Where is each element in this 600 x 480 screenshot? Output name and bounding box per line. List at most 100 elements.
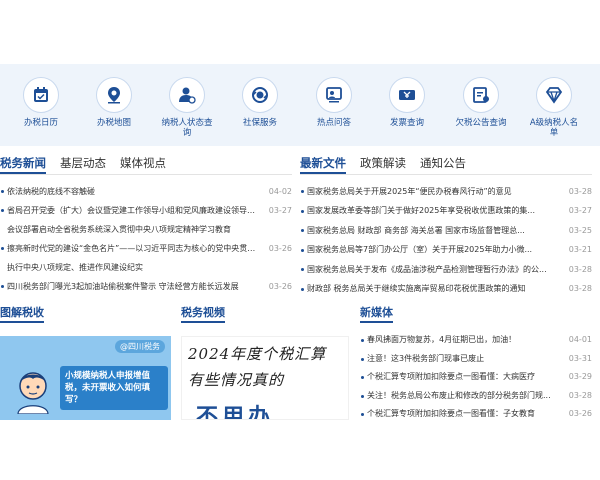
bullet	[361, 339, 364, 342]
media-date: 03-26	[568, 409, 592, 419]
doc-date: 03-27	[568, 206, 592, 216]
news-tabs: 税务新闻 基层动态 媒体视点	[0, 154, 166, 174]
media-date: 04-01	[568, 335, 592, 345]
bullet	[301, 229, 304, 232]
media-date: 03-31	[568, 353, 592, 363]
list-item[interactable]: 个税汇算专项附加扣除要点一图看懂：大病医疗 03-29	[360, 368, 592, 387]
latest-docs-list: 国家税务总局关于开展2025年“便民办税春风行动”的意见 03-28 国家发展改…	[300, 182, 592, 299]
bullet	[361, 376, 364, 379]
social-security-icon	[242, 77, 278, 113]
service-qa[interactable]: 热点问答	[304, 77, 364, 128]
media-title[interactable]: 春风拂面万物复苏，4月征期已出，加油！	[367, 335, 566, 345]
service-tax-notice[interactable]: 欠税公告查询	[451, 77, 511, 128]
diamond-icon	[536, 77, 572, 113]
section-title-videos[interactable]: 税务视频	[181, 305, 225, 323]
tab-tax-news[interactable]: 税务新闻	[0, 154, 46, 174]
video-caption-line: 不用办	[196, 404, 275, 420]
doc-title[interactable]: 国家税务总局等7部门办公厅（室）关于开展2025年助力小微...	[307, 245, 566, 255]
list-item-continuation[interactable]: 会议部署启动全省税务系统深入贯彻中央八项规定精神学习教育	[0, 220, 292, 239]
bullet	[1, 190, 4, 193]
bullet	[1, 247, 4, 251]
list-item[interactable]: 依法纳税的底线不容触碰 04-02	[0, 182, 292, 201]
infographic-headline: 小规模纳税人申报增值税，未开票收入如何填写？	[60, 366, 168, 410]
service-a-level-taxpayers[interactable]: A级纳税人名单	[524, 77, 584, 138]
service-invoice[interactable]: 发票查询	[377, 77, 437, 128]
news-date: 03-27	[268, 205, 292, 215]
doc-title[interactable]: 国家税务总局 财政部 商务部 海关总署 国家市场监督管理总...	[307, 226, 566, 236]
list-item-continuation[interactable]: 执行中央八项规定、推进作风建设纪实	[0, 258, 292, 277]
doc-title[interactable]: 国家税务总局关于发布《成品油涉税产品检测管理暂行办法》的公...	[307, 265, 566, 275]
divider	[300, 174, 592, 175]
tab-local-news[interactable]: 基层动态	[60, 154, 106, 174]
list-item[interactable]: 擦亮新时代党的建设“金色名片”——以习近平同志为核心的党中央贯彻执行中央八项规定…	[0, 239, 292, 258]
service-label: 纳税人状态查询	[161, 118, 213, 138]
divider	[0, 174, 292, 175]
bullet	[301, 190, 304, 193]
service-taxpayer-status[interactable]: 纳税人状态查询	[157, 77, 217, 138]
video-caption-line: 2024年度个税汇算	[188, 345, 327, 363]
docs-tabs: 最新文件 政策解读 通知公告	[300, 154, 466, 174]
list-item[interactable]: 国家发展改革委等部门关于做好2025年享受税收优惠政策的集... 03-27	[300, 202, 592, 222]
list-item[interactable]: 注意！这3件税务部门现事已废止 03-31	[360, 350, 592, 369]
media-date: 03-29	[568, 372, 592, 382]
doc-date: 03-21	[568, 245, 592, 255]
service-label: 热点问答	[316, 118, 351, 128]
section-title-media[interactable]: 新媒体	[360, 305, 393, 323]
section-title-pics[interactable]: 图解税收	[0, 305, 44, 323]
tab-media-views[interactable]: 媒体视点	[120, 154, 166, 174]
bullet	[1, 209, 4, 213]
tax-news-list: 依法纳税的底线不容触碰 04-02 省局召开党委（扩大）会议暨党建工作领导小组和…	[0, 182, 292, 296]
news-title-continuation[interactable]: 会议部署启动全省税务系统深入贯彻中央八项规定精神学习教育	[7, 225, 292, 235]
tab-latest-docs[interactable]: 最新文件	[300, 154, 346, 174]
bullet	[301, 287, 304, 291]
media-title[interactable]: 个税汇算专项附加扣除要点一图看懂：大病医疗	[367, 372, 566, 382]
list-item[interactable]: 国家税务总局等7部门办公厅（室）关于开展2025年助力小微... 03-21	[300, 241, 592, 261]
doc-title[interactable]: 国家税务总局关于开展2025年“便民办税春风行动”的意见	[307, 187, 566, 197]
doc-date: 03-28	[568, 284, 592, 294]
service-social-security[interactable]: 社保服务	[230, 77, 290, 128]
bullet	[301, 268, 304, 271]
invoice-icon	[389, 77, 425, 113]
list-item[interactable]: 春风拂面万物复苏，4月征期已出，加油！ 04-01	[360, 331, 592, 350]
news-date: 03-26	[268, 281, 292, 291]
bullet	[301, 209, 304, 213]
illustration-person-icon	[14, 370, 52, 415]
service-label: 欠税公告查询	[455, 118, 507, 128]
media-title[interactable]: 关注！税务总局公布废止和修改的部分税务部门规...	[367, 391, 566, 401]
tab-policy-interpretation[interactable]: 政策解读	[360, 154, 406, 174]
video-caption-line: 有些情况真的	[188, 371, 285, 389]
service-calendar[interactable]: 办税日历	[11, 77, 71, 128]
list-item[interactable]: 财政部 税务总局关于继续实施离岸贸易印花税优惠政策的通知 03-28	[300, 280, 592, 300]
service-map[interactable]: 办税地图	[84, 77, 144, 128]
bullet	[361, 394, 364, 398]
news-date: 03-26	[268, 243, 292, 253]
media-title[interactable]: 注意！这3件税务部门现事已废止	[367, 354, 566, 364]
news-title[interactable]: 擦亮新时代党的建设“金色名片”——以习近平同志为核心的党中央贯彻执行中央八项规定…	[7, 244, 266, 254]
doc-title[interactable]: 国家发展改革委等部门关于做好2025年享受税收优惠政策的集...	[307, 206, 566, 216]
list-item[interactable]: 国家税务总局关于开展2025年“便民办税春风行动”的意见 03-28	[300, 182, 592, 202]
tax-notice-icon	[463, 77, 499, 113]
list-item[interactable]: 四川税务部门曝光3起加油站偷税案件警示 守法经营方能长远发展 03-26	[0, 277, 292, 296]
news-title-continuation[interactable]: 执行中央八项规定、推进作风建设纪实	[7, 263, 292, 273]
list-item[interactable]: 国家税务总局 财政部 商务部 海关总署 国家市场监督管理总... 03-25	[300, 221, 592, 241]
new-media-list: 春风拂面万物复苏，4月征期已出，加油！ 04-01 注意！这3件税务部门现事已废…	[360, 331, 592, 424]
service-label: 社保服务	[242, 118, 277, 128]
news-title[interactable]: 四川税务部门曝光3起加油站偷税案件警示 守法经营方能长远发展	[7, 282, 266, 292]
doc-date: 03-28	[568, 264, 592, 274]
list-item[interactable]: 关注！税务总局公布废止和修改的部分税务部门规... 03-28	[360, 387, 592, 406]
video-card[interactable]: 2024年度个税汇算 有些情况真的 不用办	[181, 336, 349, 420]
list-item[interactable]: 国家税务总局关于发布《成品油涉税产品检测管理暂行办法》的公... 03-28	[300, 260, 592, 280]
news-title[interactable]: 省局召开党委（扩大）会议暨党建工作领导小组和党风廉政建设领导小组会议部署启动全省…	[7, 206, 266, 216]
qa-icon	[316, 77, 352, 113]
news-title[interactable]: 依法纳税的底线不容触碰	[7, 187, 266, 197]
media-title[interactable]: 个税汇算专项附加扣除要点一图看懂：子女教育	[367, 409, 566, 419]
doc-title[interactable]: 财政部 税务总局关于继续实施离岸贸易印花税优惠政策的通知	[307, 284, 566, 294]
tab-announcements[interactable]: 通知公告	[420, 154, 466, 174]
list-item[interactable]: 个税汇算专项附加扣除要点一图看懂：子女教育 03-26	[360, 405, 592, 424]
list-item[interactable]: 省局召开党委（扩大）会议暨党建工作领导小组和党风廉政建设领导小组会议部署启动全省…	[0, 201, 292, 220]
doc-date: 03-25	[568, 225, 592, 235]
source-badge: @四川税务	[115, 340, 165, 353]
bullet	[361, 413, 364, 416]
media-date: 03-28	[568, 390, 592, 400]
infographic-card[interactable]: @四川税务 小规模纳税人申报增值税，未开票收入如何填写？	[0, 336, 171, 420]
